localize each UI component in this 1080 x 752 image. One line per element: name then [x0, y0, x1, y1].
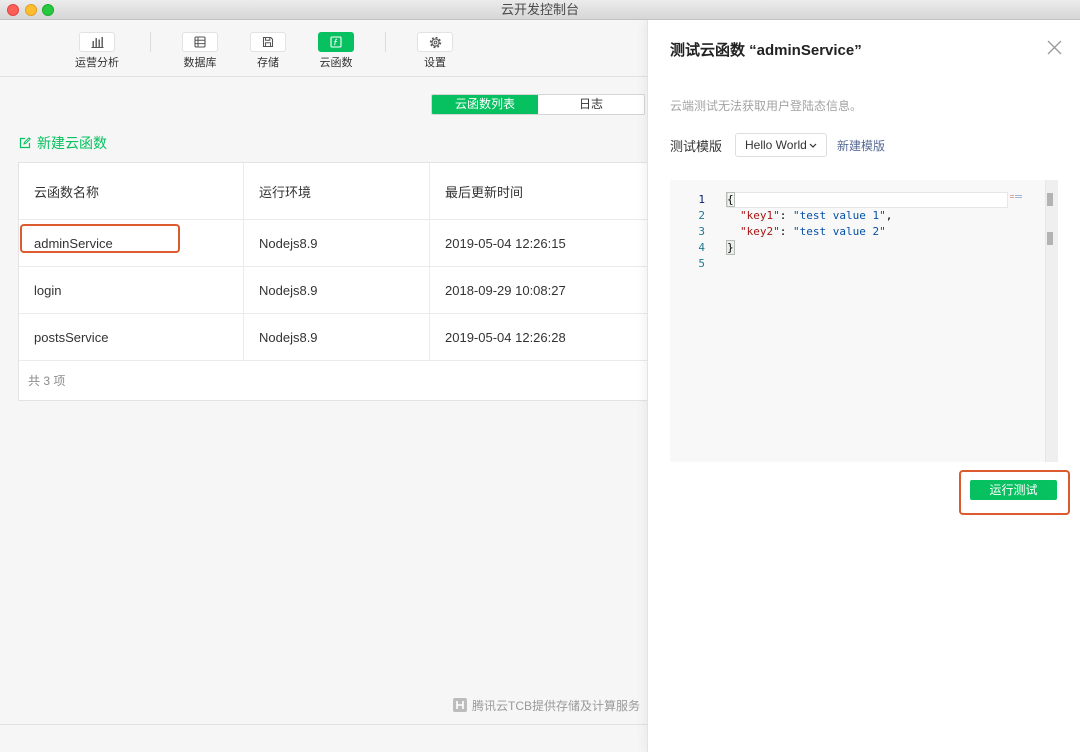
- json-value-token: "test value 2": [793, 225, 886, 238]
- runtime-cell: Nodejs8.9: [244, 267, 430, 313]
- toolbar-divider: [150, 32, 151, 52]
- service-credit-text: 腾讯云TCB提供存储及计算服务: [472, 698, 641, 713]
- json-key-token: "key1": [740, 209, 780, 222]
- edit-icon: [19, 137, 31, 149]
- close-panel-button[interactable]: [1046, 39, 1063, 56]
- app-window: 云开发控制台 运营分析 数据库 存储 云函数 设置 云函数列表 日志 新建云函数…: [0, 0, 1080, 752]
- template-select[interactable]: Hello World: [735, 133, 827, 157]
- editor-scrollbar[interactable]: [1045, 180, 1058, 462]
- open-brace-token: {: [726, 192, 735, 207]
- code-line: }: [726, 240, 1027, 256]
- runtime-cell: Nodejs8.9: [244, 220, 430, 266]
- storage-icon: [250, 32, 286, 52]
- panel-notice: 云端测试无法获取用户登陆态信息。: [670, 99, 863, 113]
- table-header-row: 云函数名称 运行环境 最后更新时间: [19, 163, 717, 220]
- code-line: "key2": "test value 2": [727, 224, 1027, 240]
- database-icon: [182, 32, 218, 52]
- view-switch: 云函数列表 日志: [431, 94, 645, 115]
- colon-token: :: [779, 209, 793, 222]
- new-template-link[interactable]: 新建模版: [837, 137, 885, 154]
- tcb-logo-icon: [453, 698, 467, 712]
- scrollbar-marker: [1047, 232, 1053, 245]
- code-line: {: [726, 192, 1027, 208]
- line-number: 1: [698, 193, 705, 206]
- title-bar[interactable]: 云开发控制台: [0, 0, 1080, 20]
- column-header-name: 云函数名称: [19, 163, 244, 219]
- window-minimize-button[interactable]: [25, 4, 37, 16]
- toolbar-item-database[interactable]: 数据库: [165, 32, 235, 70]
- window-title: 云开发控制台: [500, 2, 579, 17]
- line-number: 2: [698, 209, 705, 222]
- code-line: "key1": "test value 1",: [727, 208, 1027, 224]
- toolbar-item-label: 运营分析: [75, 57, 119, 69]
- runtime-cell: Nodejs8.9: [244, 314, 430, 360]
- scrollbar-marker: [1047, 193, 1053, 206]
- window-zoom-button[interactable]: [42, 4, 54, 16]
- line-number: 4: [698, 241, 705, 254]
- tab-logs[interactable]: 日志: [538, 95, 644, 114]
- toolbar-item-label: 设置: [424, 57, 446, 69]
- service-credit: 腾讯云TCB提供存储及计算服务: [453, 697, 640, 713]
- template-select-value: Hello World: [745, 138, 807, 152]
- editor-minimap[interactable]: [1010, 194, 1032, 199]
- gear-icon: [417, 32, 453, 52]
- template-label: 测试模版: [670, 138, 723, 154]
- close-icon: [1047, 40, 1062, 55]
- function-name-cell[interactable]: login: [19, 267, 244, 313]
- run-test-button[interactable]: 运行测试: [970, 480, 1057, 500]
- comma-token: ,: [885, 209, 893, 222]
- new-function-link[interactable]: 新建云函数: [19, 135, 107, 151]
- tab-function-list[interactable]: 云函数列表: [432, 95, 538, 114]
- toolbar-item-label: 数据库: [183, 57, 217, 69]
- code-content[interactable]: { "key1": "test value 1", "key2": "test …: [726, 192, 1027, 272]
- test-function-panel: 测试云函数 “adminService” 云端测试无法获取用户登陆态信息。 测试…: [648, 20, 1080, 752]
- code-editor[interactable]: 1 2 3 4 5 { "key1": "test value 1", "key…: [670, 180, 1058, 462]
- table-row[interactable]: postsService Nodejs8.9 2019-05-04 12:26:…: [19, 314, 717, 361]
- line-number: 3: [698, 225, 705, 238]
- toolbar-item-cloud-functions[interactable]: 云函数: [301, 32, 371, 70]
- toolbar-item-label: 云函数: [319, 57, 353, 69]
- colon-token: :: [779, 225, 793, 238]
- line-number-gutter: 1 2 3 4 5: [670, 192, 705, 272]
- toolbar-item-label: 存储: [257, 57, 279, 69]
- column-header-runtime: 运行环境: [244, 163, 430, 219]
- template-row: 测试模版 Hello World 新建模版: [670, 133, 885, 157]
- toolbar-item-settings[interactable]: 设置: [400, 32, 470, 70]
- panel-title: 测试云函数 “adminService”: [670, 42, 862, 59]
- function-name-cell[interactable]: adminService: [19, 220, 244, 266]
- window-close-button[interactable]: [7, 4, 19, 16]
- functions-table: 云函数名称 运行环境 最后更新时间 adminService Nodejs8.9…: [18, 162, 718, 401]
- function-icon: [318, 32, 354, 52]
- close-brace-token: }: [726, 240, 735, 255]
- toolbar-item-storage[interactable]: 存储: [233, 32, 303, 70]
- toolbar-item-analytics[interactable]: 运营分析: [62, 32, 132, 70]
- line-number: 5: [698, 257, 705, 270]
- json-key-token: "key2": [740, 225, 780, 238]
- toolbar-divider: [385, 32, 386, 52]
- new-function-label: 新建云函数: [37, 135, 107, 151]
- table-row[interactable]: login Nodejs8.9 2018-09-29 10:08:27: [19, 267, 717, 314]
- bar-chart-icon: [79, 32, 115, 52]
- chevron-down-icon: [809, 143, 817, 148]
- json-value-token: "test value 1": [793, 209, 886, 222]
- function-name-cell[interactable]: postsService: [19, 314, 244, 360]
- table-total: 共 3 项: [28, 374, 66, 388]
- table-row[interactable]: adminService Nodejs8.9 2019-05-04 12:26:…: [19, 220, 717, 267]
